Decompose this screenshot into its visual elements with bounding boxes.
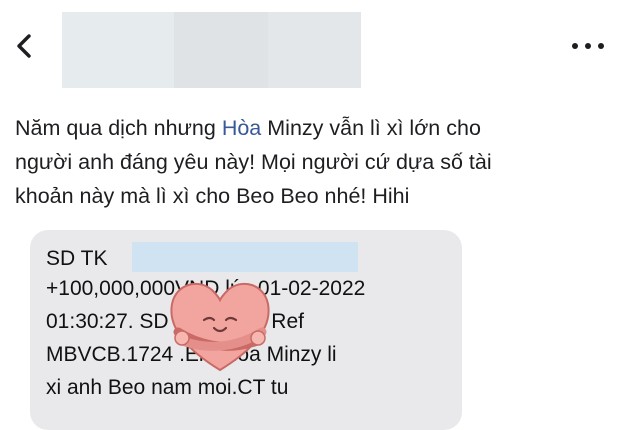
top-bar [0, 0, 640, 95]
more-horizontal-icon [572, 43, 578, 49]
redacted-account-number [132, 242, 358, 272]
chevron-left-icon [17, 34, 31, 58]
sms-message-bubble: SD TK +100,000,000VND lúc 01-02-2022 01:… [30, 230, 462, 430]
more-horizontal-icon [585, 43, 591, 49]
caption-line-2: người anh đáng yêu này! Mọi người cứ dựa… [15, 150, 492, 174]
more-horizontal-icon [598, 43, 604, 49]
caption-line-1: Năm qua dịch nhưng Hòa Minzy vẫn lì xì l… [15, 116, 481, 140]
post-caption: Năm qua dịch nhưng Hòa Minzy vẫn lì xì l… [15, 111, 625, 213]
caption-line-3: khoản này mà lì xì cho Beo Beo nhé! Hihi [15, 184, 410, 208]
redacted-profile-block [174, 12, 268, 88]
redacted-profile-block [62, 12, 174, 88]
mention-link[interactable]: Hòa [222, 116, 261, 140]
sms-line-1: SD TK [46, 247, 108, 270]
more-options-button[interactable] [572, 38, 604, 54]
hug-heart-sticker [170, 282, 270, 372]
back-button[interactable] [10, 32, 38, 60]
redacted-profile-block [268, 12, 361, 88]
